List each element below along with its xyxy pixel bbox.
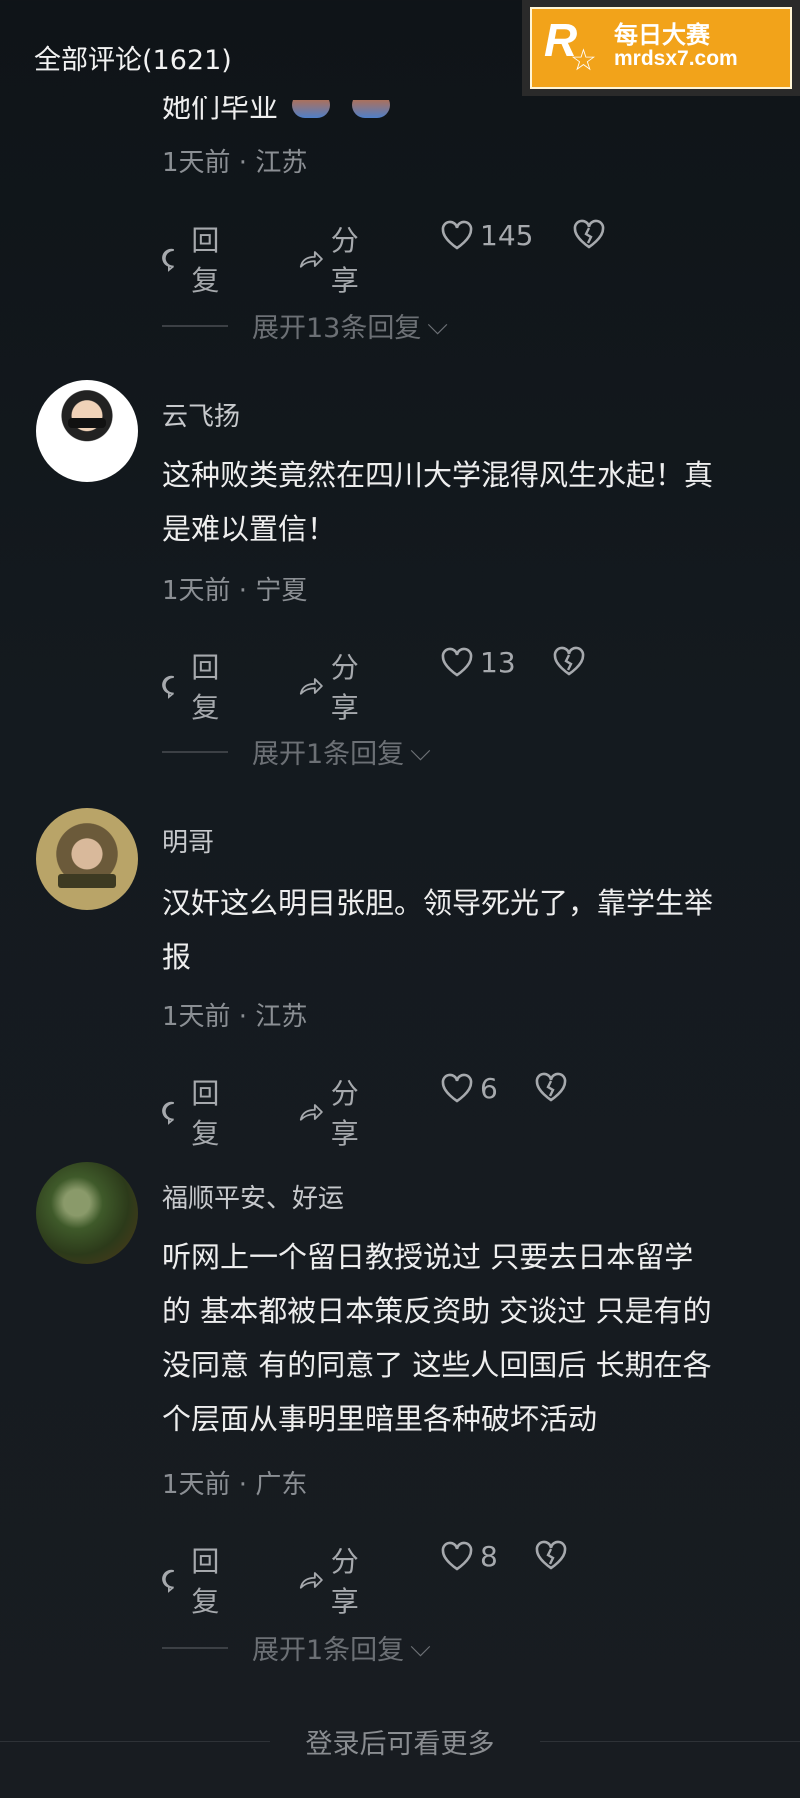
- reply-button[interactable]: 回复: [162, 1072, 230, 1152]
- expand-replies-button[interactable]: 展开1条回复 ⌵: [162, 1628, 431, 1667]
- like-button[interactable]: 145: [440, 219, 533, 252]
- share-button[interactable]: 分享: [298, 646, 370, 726]
- share-icon: [299, 251, 323, 268]
- comment-text: 她们毕业: [162, 90, 279, 124]
- expand-replies-button[interactable]: 展开13条回复 ⌵: [162, 306, 448, 345]
- avatar[interactable]: [36, 808, 138, 910]
- avatar-caption: [58, 874, 116, 888]
- reply-button[interactable]: 回复: [162, 219, 230, 299]
- emoji-icon: [352, 100, 391, 118]
- share-button[interactable]: 分享: [298, 219, 370, 299]
- comment-meta: 1天前 · 广东: [162, 1470, 308, 1500]
- comment-meta: 1天前 · 江苏: [162, 148, 308, 178]
- reply-icon: [162, 248, 174, 272]
- share-icon: [299, 1104, 323, 1121]
- comment-meta: 1天前 · 江苏: [162, 1002, 308, 1032]
- dislike-button[interactable]: [552, 646, 592, 678]
- star-icon: ☆: [570, 43, 597, 78]
- share-button[interactable]: 分享: [298, 1540, 370, 1620]
- share-icon: [299, 1572, 323, 1589]
- share-icon: [299, 678, 323, 695]
- like-count: 145: [480, 219, 534, 252]
- sunglasses-icon: [68, 418, 106, 428]
- comment-text: 听网上一个留日教授说过 只要去日本留学 的 基本都被日本策反资助 交谈过 只是有…: [162, 1240, 712, 1436]
- watermark-logo: R ☆ 每日大赛 mrdsx7.com: [522, 0, 800, 96]
- like-button[interactable]: 6: [440, 1072, 498, 1105]
- comment-text: 汉奸这么明目张胆。领导死光了，靠学生举 报: [162, 886, 714, 974]
- broken-heart-icon: [553, 646, 585, 676]
- expand-replies-button[interactable]: 展开1条回复 ⌵: [162, 732, 431, 771]
- reply-icon: [162, 1101, 174, 1125]
- dislike-button[interactable]: [534, 1072, 574, 1104]
- chevron-down-icon: ⌵: [410, 1631, 431, 1663]
- share-button[interactable]: 分享: [298, 1072, 370, 1152]
- broken-heart-icon: [535, 1072, 567, 1102]
- reply-icon: [162, 1569, 174, 1593]
- avatar[interactable]: [36, 380, 138, 482]
- reply-button[interactable]: 回复: [162, 1540, 230, 1620]
- reply-icon: [162, 675, 174, 699]
- heart-icon: [441, 220, 473, 250]
- like-count: 13: [480, 646, 516, 679]
- logo-url: mrdsx7.com: [614, 47, 738, 70]
- like-count: 8: [480, 1540, 498, 1573]
- divider: [162, 324, 228, 327]
- divider: [162, 1646, 228, 1649]
- avatar[interactable]: [36, 1162, 138, 1264]
- dislike-button[interactable]: [572, 219, 612, 251]
- broken-heart-icon: [573, 219, 605, 249]
- broken-heart-icon: [535, 1540, 567, 1570]
- reply-button[interactable]: 回复: [162, 646, 230, 726]
- username[interactable]: 明哥: [162, 822, 214, 859]
- chevron-down-icon: ⌵: [410, 735, 431, 767]
- username[interactable]: 福顺平安、好运: [162, 1178, 344, 1215]
- chevron-down-icon: ⌵: [427, 309, 448, 341]
- username[interactable]: 云飞扬: [162, 396, 240, 433]
- heart-icon: [441, 1073, 473, 1103]
- divider: [162, 750, 228, 753]
- comments-header: 全部评论(1621): [34, 45, 232, 76]
- login-to-see-more-link[interactable]: 登录后可看更多: [0, 1722, 800, 1761]
- heart-icon: [441, 647, 473, 677]
- like-button[interactable]: 13: [440, 646, 516, 679]
- dislike-button[interactable]: [534, 1540, 574, 1572]
- heart-icon: [441, 1541, 473, 1571]
- like-button[interactable]: 8: [440, 1540, 498, 1573]
- emoji-icon: [292, 100, 331, 118]
- like-count: 6: [480, 1072, 498, 1105]
- logo-title: 每日大赛: [614, 21, 710, 49]
- comment-meta: 1天前 · 宁夏: [162, 576, 308, 606]
- comment-text: 这种败类竟然在四川大学混得风生水起！真 是难以置信！: [162, 458, 714, 546]
